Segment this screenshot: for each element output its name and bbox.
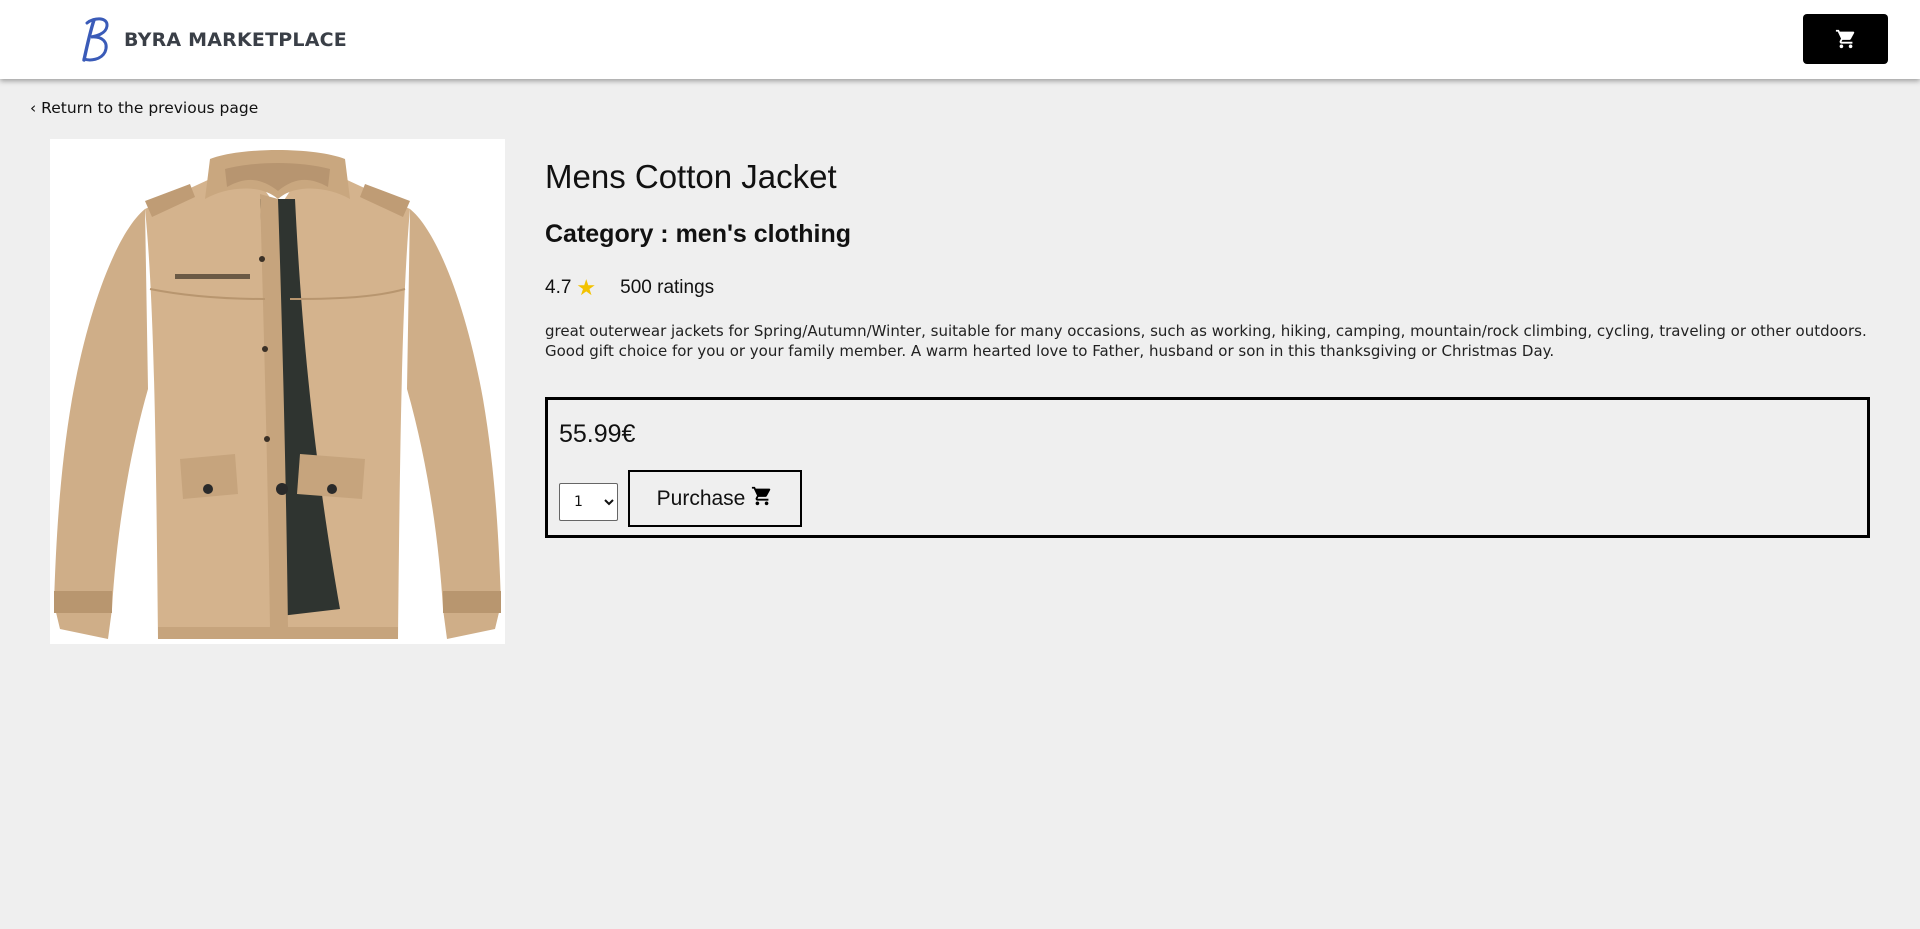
product-description: great outerwear jackets for Spring/Autum… [545,322,1867,360]
purchase-label: Purchase [656,486,746,510]
product-price: 55.99€ [559,420,636,448]
top-header: BYRA MARKETPLACE [0,0,1920,79]
shopping-cart-icon [752,486,771,505]
brand-name: BYRA MARKETPLACE [124,29,347,51]
product-image [50,139,505,644]
product-title: Mens Cotton Jacket [545,158,837,195]
rating-value: 4.7 [545,277,572,298]
brand-b-icon [82,17,109,62]
purchase-box: 55.99€ 1 Purchase [545,397,1870,538]
cart-button[interactable] [1803,14,1888,64]
rating-row: 4.7 ★ 500 ratings [545,277,714,299]
rating-count: 500 ratings [620,277,715,298]
star-icon: ★ [576,275,597,300]
brand-logo[interactable]: BYRA MARKETPLACE [78,14,347,66]
purchase-button[interactable]: Purchase [628,470,802,527]
quantity-select[interactable]: 1 [559,483,618,521]
shopping-cart-icon [1835,29,1854,49]
jacket-image [50,139,505,644]
back-link[interactable]: ‹ Return to the previous page [30,99,258,117]
product-category: Category : men's clothing [545,220,851,248]
